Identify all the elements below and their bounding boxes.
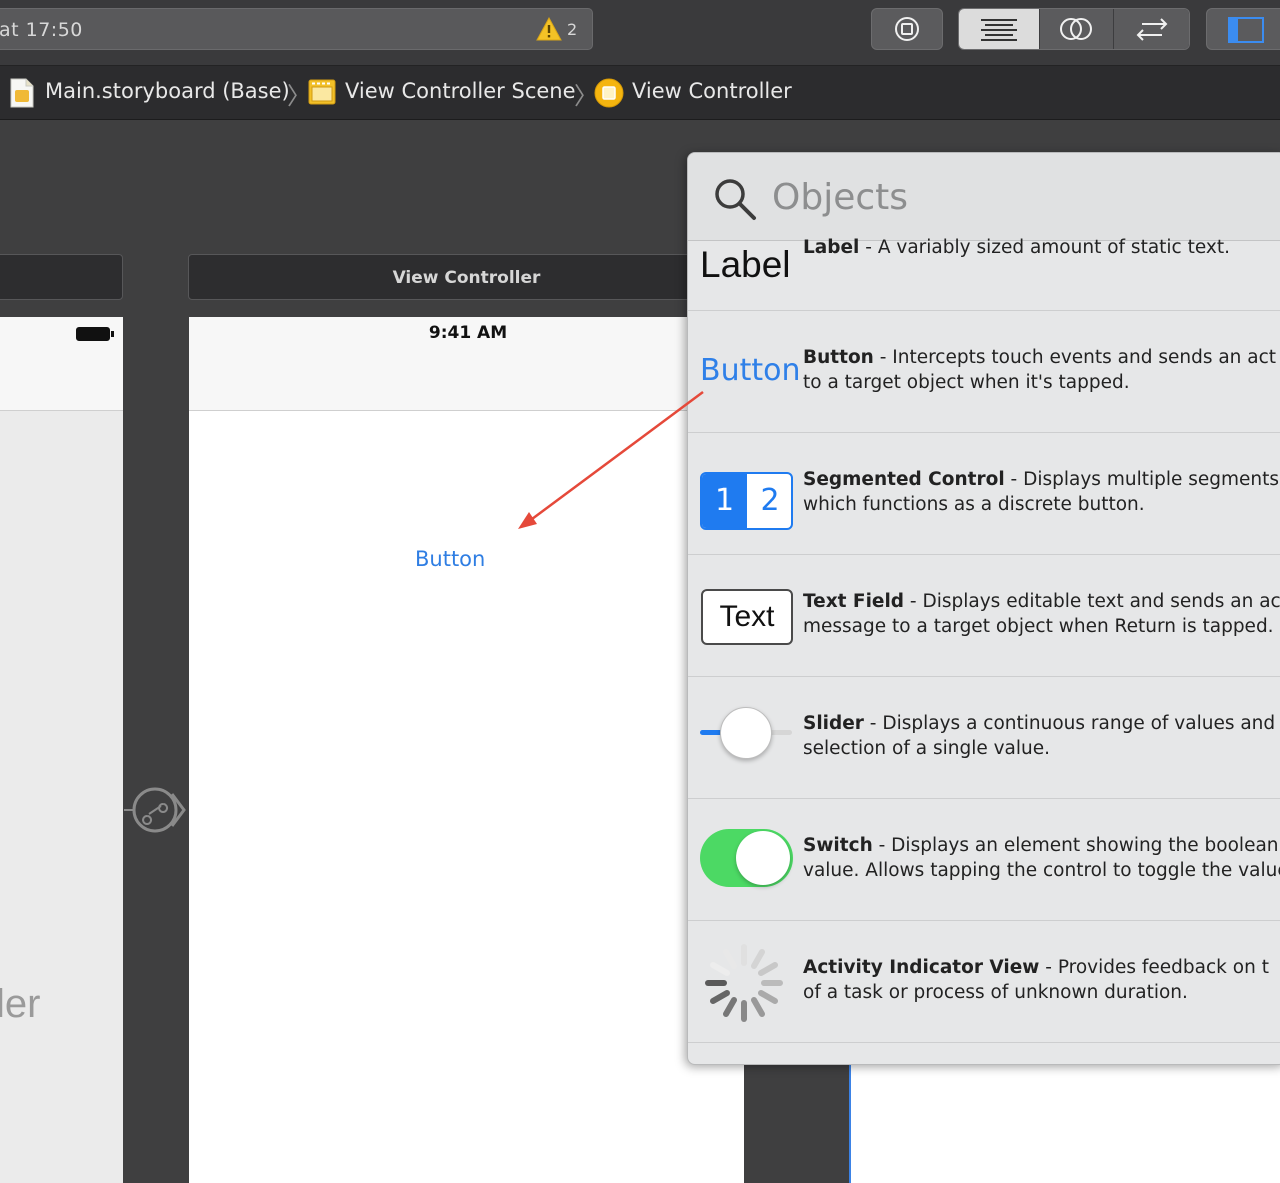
navigator-toggle-button[interactable] [1206,8,1280,50]
library-item-segmented-control[interactable]: 1 2 Segmented Control - Displays multipl… [688,433,1280,555]
navigator-toggle-icon [1228,17,1264,43]
library-item-name: Switch [803,835,873,856]
library-item-switch[interactable]: Switch - Displays an element showing the… [688,799,1280,921]
library-item-button[interactable]: Button Button - Intercepts touch events … [688,311,1280,433]
library-item-summary-line2: value. Allows tapping the control to tog… [803,860,1280,881]
library-item-summary: - Provides feedback on t [1039,957,1269,978]
storyboard-button[interactable]: Button [415,547,485,571]
library-item-name: Activity Indicator View [803,957,1040,978]
segment-1: 1 [702,474,747,528]
segue-icon[interactable] [124,783,186,837]
library-item-description: Button - Intercepts touch events and sen… [803,345,1276,395]
editor-mode-segmented-control [958,8,1190,50]
activity-status-box[interactable]: at 17:50 2 [0,8,593,50]
toolbar: at 17:50 2 [0,0,1280,66]
left-scene-screen[interactable]: ler [0,317,123,1183]
next-scene-screen[interactable] [851,1063,1280,1183]
stop-icon [895,17,919,41]
library-item-text-field[interactable]: Text Text Field - Displays editable text… [688,555,1280,677]
left-scene-title-bar[interactable] [0,254,123,300]
library-item-name: Button [803,347,874,368]
library-item-description: Segmented Control - Displays multiple se… [803,467,1279,517]
activity-indicator-icon [705,944,783,1022]
segment-2: 2 [760,483,780,518]
storyboard-file-icon [10,78,34,108]
library-item-summary: - Displays a continuous range of values … [863,713,1276,734]
view-controller-title: View Controller [392,268,541,288]
library-item-label[interactable]: Label Label - A variably sized amount of… [688,189,1280,311]
object-library-popover: Label Label - A variably sized amount of… [687,152,1280,1065]
library-item-summary: - A variably sized amount of static text… [859,237,1230,258]
view-controller-screen[interactable]: 9:41 AM Button [189,317,749,1183]
assistant-editor-icon [1060,18,1092,40]
version-editor-icon [1136,18,1168,41]
status-bar: 9:41 AM [189,317,749,411]
jumpbar-storyboard[interactable]: Main.storyboard (Base) [45,79,290,103]
library-item-summary-line2: selection of a single value. [803,738,1051,759]
segmented-control-thumbnail: 1 2 [700,472,793,530]
library-item-name: Segmented Control [803,469,1005,490]
left-status-bar [0,317,123,411]
library-item-summary: - Intercepts touch events and sends an a… [873,347,1277,368]
battery-icon [76,327,110,341]
library-item-description: Activity Indicator View - Provides feedb… [803,955,1269,1005]
slider-thumbnail-knob [720,707,772,759]
button-thumbnail: Button [700,353,801,388]
library-item-name: Text Field [803,591,905,612]
library-item-summary-line2: to a target object when it's tapped. [803,372,1130,393]
jumpbar-view-controller[interactable]: View Controller [632,79,792,103]
scene-icon [308,79,336,105]
library-item-summary: - Displays editable text and sends an ac [904,591,1280,612]
version-editor-button[interactable] [1113,9,1189,49]
library-item-description: Label - A variably sized amount of stati… [803,235,1230,260]
library-item-activity-indicator[interactable]: Activity Indicator View - Provides feedb… [688,921,1280,1043]
library-item-summary: - Displays an element showing the boolea… [872,835,1279,856]
library-item-name: Label [803,237,860,258]
canvas-gap [744,1063,850,1183]
standard-editor-icon [981,19,1017,41]
switch-thumbnail-knob [736,831,790,885]
switch-thumbnail [700,829,793,887]
library-list: Label Label - A variably sized amount of… [688,237,1280,1064]
battery-tip [111,331,114,337]
warning-icon[interactable] [536,17,562,41]
jump-bar: Main.storyboard (Base) 〉 View Controller… [0,66,1280,120]
library-item-name: Slider [803,713,864,734]
library-item-description: Switch - Displays an element showing the… [803,833,1280,883]
warning-count: 2 [567,20,578,39]
library-item-summary-line2: message to a target object when Return i… [803,616,1274,637]
jumpbar-scene[interactable]: View Controller Scene [345,79,576,103]
library-item-slider[interactable]: Slider - Displays a continuous range of … [688,677,1280,799]
library-item-summary: - Displays multiple segments [1004,469,1280,490]
status-text: at 17:50 [0,19,83,41]
left-scene-label: ler [0,982,41,1026]
status-bar-time: 9:41 AM [428,323,508,343]
library-item-description: Text Field - Displays editable text and … [803,589,1280,639]
label-thumbnail: Label [700,244,791,285]
library-item-description: Slider - Displays a continuous range of … [803,711,1275,761]
assistant-editor-button[interactable] [1039,9,1113,49]
library-item-summary-line2: of a task or process of unknown duration… [803,982,1188,1003]
standard-editor-button[interactable] [959,9,1039,49]
view-controller-title-bar[interactable]: View Controller [188,254,698,300]
view-controller-icon [594,78,624,108]
text-field-thumbnail: Text [701,589,793,645]
library-item-summary-line2: which functions as a discrete button. [803,494,1145,515]
stop-button[interactable] [871,8,943,50]
